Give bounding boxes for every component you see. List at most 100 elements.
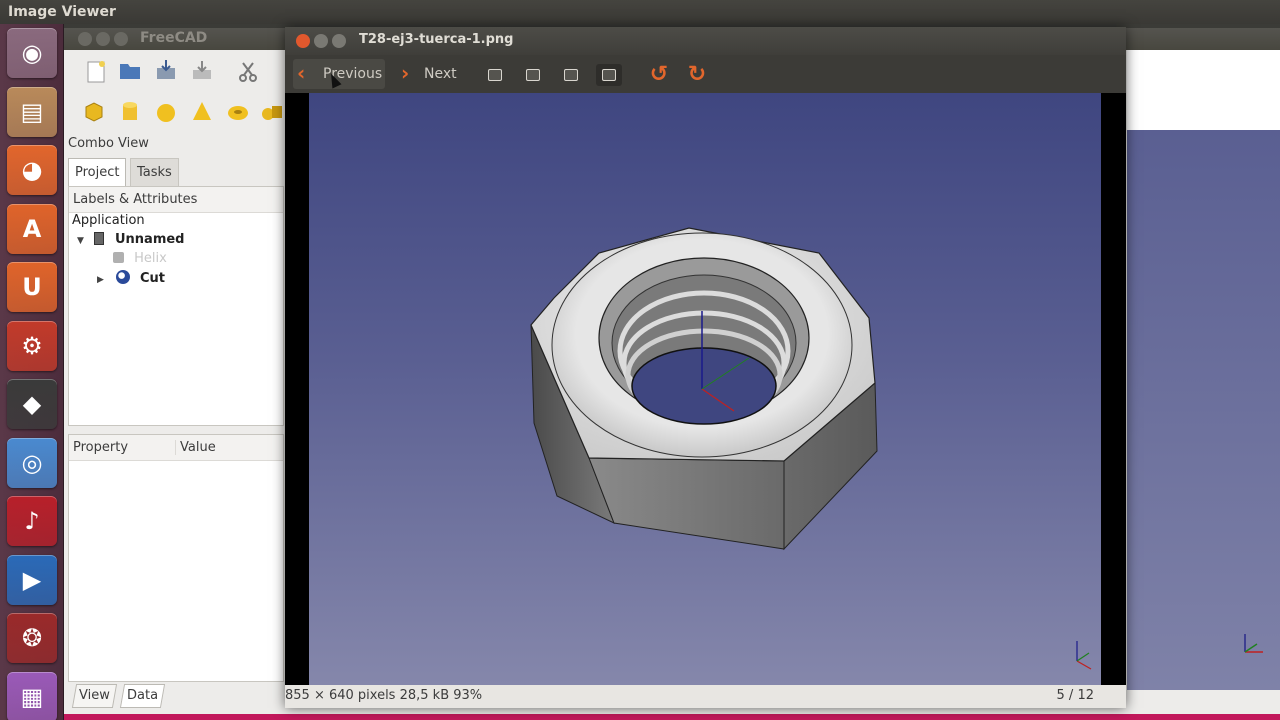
displayed-image (309, 93, 1101, 685)
freecad-3d-viewport[interactable] (1127, 130, 1280, 690)
tree-item-label: Unnamed (114, 232, 185, 247)
cut-icon[interactable] (236, 60, 260, 84)
rotate-right-icon: ↻ (687, 62, 707, 87)
new-document-icon[interactable] (84, 60, 108, 84)
maximize-button[interactable] (332, 34, 346, 48)
axis-cross-icon (1244, 634, 1263, 653)
open-folder-icon[interactable] (118, 58, 142, 82)
tree-item-helix[interactable]: Helix (113, 251, 167, 266)
launcher-audio-recorder[interactable]: ♪ (7, 496, 57, 546)
tab-tasks-label: Tasks (137, 165, 172, 180)
cone-icon[interactable] (190, 100, 214, 124)
launcher-file-manager[interactable]: ▤ (7, 86, 57, 137)
unity-launcher: ◉ ▤ ◕ A U ⚙ ◆ ◎ ♪ ▶ ❂ ▦ (0, 24, 64, 720)
freecad-file-toolbar (64, 50, 284, 90)
zoom-in-button[interactable] (482, 64, 508, 86)
cube-icon[interactable] (82, 100, 106, 124)
primitives-icon[interactable] (260, 100, 284, 124)
launcher-terminal[interactable]: ❂ (7, 613, 57, 663)
tab-view[interactable]: View (71, 684, 117, 708)
image-canvas[interactable] (285, 93, 1126, 685)
launcher-workspace-switcher[interactable]: ▦ (7, 671, 57, 720)
tab-data[interactable]: Data (119, 684, 166, 708)
torus-icon[interactable] (226, 100, 250, 124)
tab-project-label: Project (75, 165, 120, 180)
audio-recorder-icon: ♪ (24, 507, 40, 535)
tree-header: Labels & Attributes (69, 187, 283, 213)
tree-item-label: Application (72, 213, 145, 228)
launcher-media-player[interactable]: ▶ (7, 554, 57, 605)
combo-view-label: Combo View (68, 136, 149, 151)
sphere-icon[interactable] (154, 100, 178, 124)
tree-item-label: Helix (134, 251, 167, 266)
image-position: 5 / 12 (1056, 688, 1094, 703)
zoom-out-button[interactable] (520, 64, 546, 86)
image-viewer-toolbar: ‹ Previous › Next ↺ ↻ (285, 55, 1126, 93)
bottom-accent-bar (64, 714, 1280, 720)
zoom-out-icon (526, 69, 540, 81)
tree-item-cut[interactable]: ▶ Cut (97, 270, 165, 286)
tab-project[interactable]: Project (68, 158, 127, 186)
firefox-icon: ◕ (21, 156, 43, 184)
software-center-icon: A (22, 214, 42, 243)
freecad-view-header (1127, 50, 1280, 130)
launcher-inkscape[interactable]: ◆ (7, 379, 57, 429)
image-viewer-window: T28-ej3-tuerca-1.png ‹ Previous › Next ↺… (285, 27, 1126, 708)
chevron-right-icon: › (401, 61, 410, 85)
launcher-ubuntu-dash[interactable]: ◉ (7, 28, 57, 78)
next-button[interactable]: › Next (397, 59, 469, 89)
tree-item-application[interactable]: Application (72, 213, 145, 228)
freecad-title: FreeCAD (140, 30, 208, 46)
tree-item-unnamed[interactable]: ▼ Unnamed (77, 232, 185, 247)
chevron-left-icon: ‹ (297, 61, 306, 85)
system-top-bar: Image Viewer (0, 0, 1280, 24)
hex-nut-render (530, 227, 1092, 670)
active-app-title: Image Viewer (8, 4, 116, 20)
maximize-button[interactable] (114, 32, 128, 46)
next-label: Next (424, 66, 457, 82)
zoom-fit-icon (602, 69, 616, 81)
save-as-icon[interactable] (190, 58, 214, 82)
close-button[interactable] (296, 34, 310, 48)
launcher-ubuntu-one[interactable]: U (7, 262, 57, 312)
minimize-button[interactable] (96, 32, 110, 46)
property-header: Property Value (69, 435, 283, 461)
minimize-button[interactable] (314, 34, 328, 48)
file-manager-icon: ▤ (20, 97, 44, 126)
property-view: Property Value (68, 434, 284, 682)
close-button[interactable] (78, 32, 92, 46)
collapse-arrow-icon[interactable]: ▼ (77, 236, 84, 246)
tab-tasks[interactable]: Tasks (130, 158, 179, 186)
tree-item-label: Cut (139, 271, 165, 286)
launcher-software-center[interactable]: A (7, 203, 57, 254)
rotate-left-button[interactable]: ↺ (645, 61, 673, 89)
cylinder-icon[interactable] (118, 100, 142, 124)
zoom-normal-icon (564, 69, 578, 81)
media-player-icon: ▶ (22, 565, 42, 594)
launcher-firefox[interactable]: ◕ (7, 145, 57, 195)
helix-icon (113, 252, 124, 263)
rotate-right-button[interactable]: ↻ (683, 61, 711, 89)
zoom-in-icon (488, 69, 502, 81)
launcher-system-settings[interactable]: ⚙ (7, 320, 57, 371)
tree-view: Labels & Attributes Application ▼ Unname… (68, 186, 284, 426)
cut-feature-icon (116, 270, 131, 284)
workspace-switcher-icon: ▦ (20, 682, 44, 711)
system-settings-icon: ⚙ (21, 331, 43, 360)
zoom-normal-button[interactable] (558, 64, 584, 86)
image-viewer-titlebar: T28-ej3-tuerca-1.png (285, 27, 1126, 55)
ubuntu-dash-icon: ◉ (21, 39, 43, 67)
tree-header-label: Labels & Attributes (73, 192, 198, 207)
image-viewer-statusbar: 855 × 640 pixels 28,5 kB 93% 5 / 12 (285, 685, 1126, 708)
ubuntu-one-icon: U (22, 273, 42, 301)
launcher-chromium[interactable]: ◎ (7, 437, 57, 488)
rotate-left-icon: ↺ (649, 62, 669, 87)
freecad-part-toolbar (64, 90, 284, 132)
inkscape-icon: ◆ (22, 390, 42, 418)
expand-arrow-icon[interactable]: ▶ (97, 275, 104, 285)
terminal-icon: ❂ (21, 624, 43, 652)
zoom-fit-button[interactable] (596, 64, 622, 86)
tab-data-label: Data (127, 688, 159, 703)
document-icon (94, 232, 105, 245)
save-icon[interactable] (154, 58, 178, 82)
